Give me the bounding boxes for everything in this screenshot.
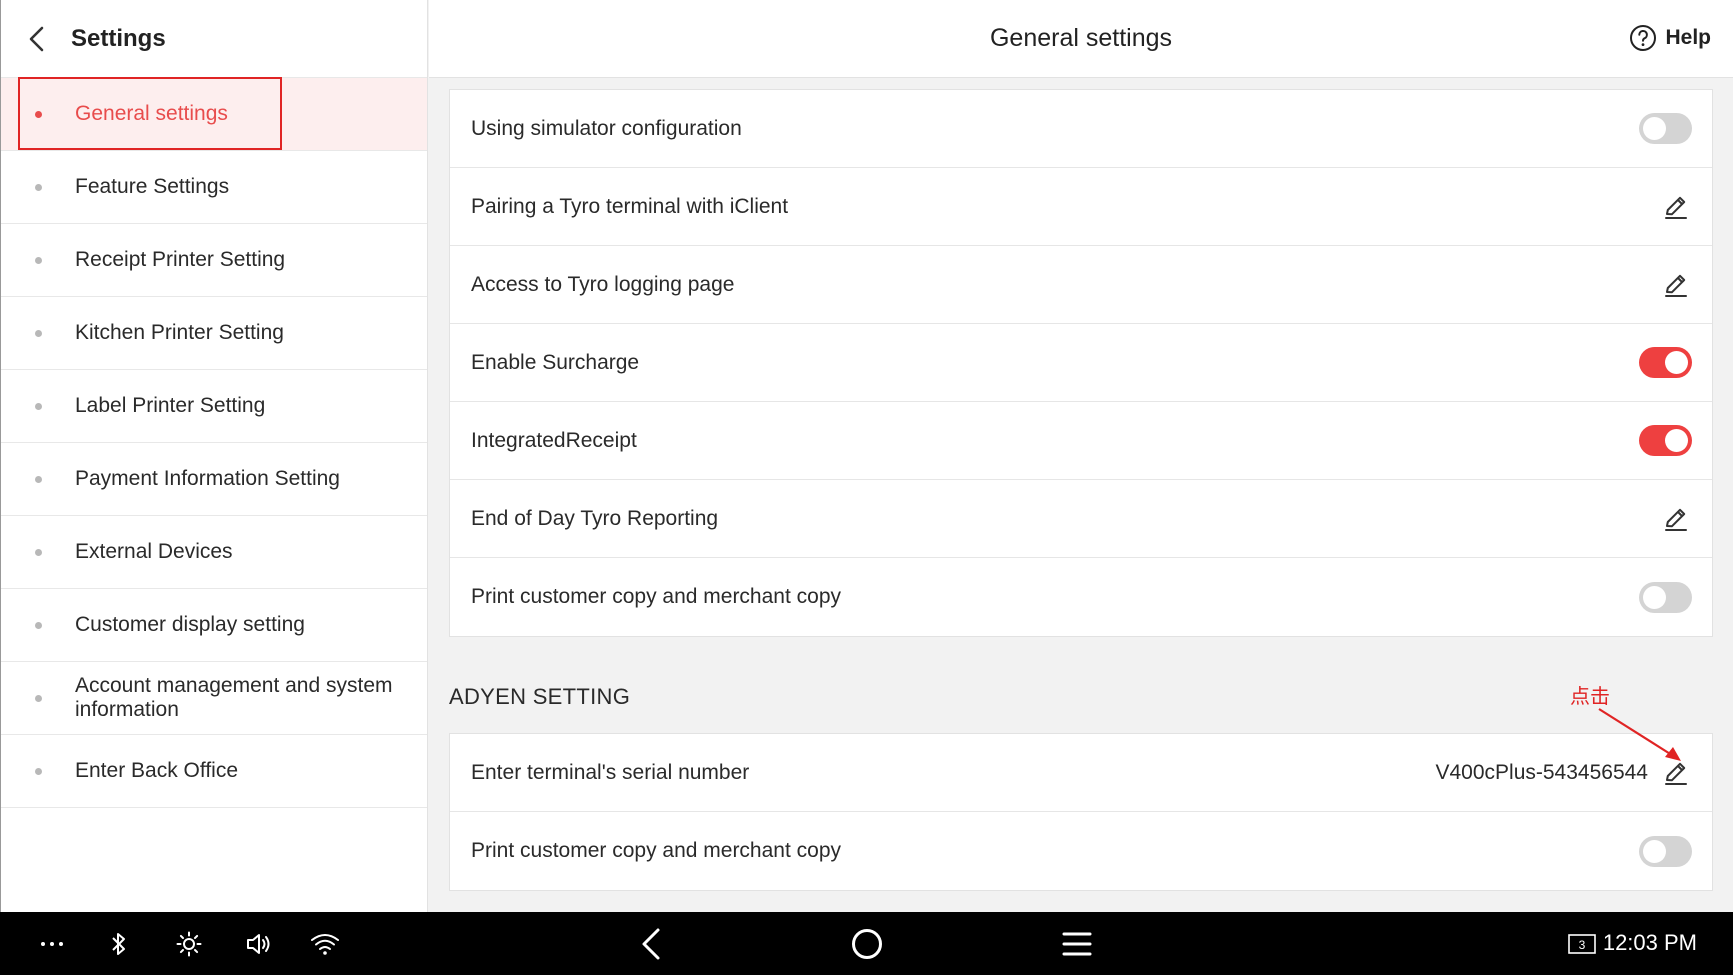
setting-label: Enable Surcharge xyxy=(471,350,640,374)
sidebar-item-label: Feature Settings xyxy=(75,175,230,198)
bluetooth-button[interactable] xyxy=(104,912,134,975)
sidebar-item-label: Enter Back Office xyxy=(75,759,239,782)
nav-home-icon xyxy=(852,928,882,959)
clock: 12:03 PM xyxy=(1602,930,1697,955)
sidebar-item-label: Payment Information Setting xyxy=(75,467,340,490)
nav-menu-button[interactable] xyxy=(1060,912,1094,975)
bullet-icon xyxy=(35,110,42,118)
wifi-button[interactable] xyxy=(308,912,342,975)
sidebar-item-label-printer[interactable]: Label Printer Setting xyxy=(1,370,427,443)
sidebar-item-receipt-printer[interactable]: Receipt Printer Setting xyxy=(1,224,427,297)
bullet-icon xyxy=(35,694,42,702)
annotation-arrow xyxy=(1598,708,1681,761)
adyen-settings-card: Enter terminal's serial number V400cPlus… xyxy=(449,733,1713,891)
main-header: General settings Help xyxy=(429,0,1733,78)
screen-count-text: 3 xyxy=(1579,938,1586,952)
nav-menu-icon xyxy=(1062,932,1092,955)
sidebar-item-customer-display[interactable]: Customer display setting xyxy=(1,589,427,662)
setting-row-end-of-day: End of Day Tyro Reporting xyxy=(450,480,1712,558)
setting-label: Print customer copy and merchant copy xyxy=(471,585,842,608)
system-navigation-bar: 3 12:03 PM xyxy=(0,912,1733,975)
setting-label: Pairing a Tyro terminal with iClient xyxy=(471,194,789,218)
bullet-icon xyxy=(35,256,42,264)
edit-pencil-icon[interactable] xyxy=(1662,505,1690,533)
section-title-adyen: ADYEN SETTING xyxy=(449,684,631,709)
volume-button[interactable] xyxy=(242,912,276,975)
nav-home-button[interactable] xyxy=(847,912,887,975)
sidebar-header: Settings xyxy=(1,0,427,78)
simulator-toggle[interactable] xyxy=(1639,113,1692,144)
integrated-receipt-toggle[interactable] xyxy=(1639,425,1692,456)
nav-back-button[interactable] xyxy=(636,912,666,975)
main-panel: General settings Help Using simulator co… xyxy=(429,0,1733,912)
sidebar-item-external-devices[interactable]: External Devices xyxy=(1,516,427,589)
setting-label: Print customer copy and merchant copy xyxy=(471,839,842,862)
setting-row-logging: Access to Tyro logging page xyxy=(450,246,1712,324)
help-button[interactable]: Help xyxy=(1629,24,1711,52)
setting-label: Enter terminal's serial number xyxy=(471,760,750,784)
setting-row-print-copies-tyro: Print customer copy and merchant copy xyxy=(450,558,1712,636)
toggle-knob xyxy=(1665,351,1688,374)
sidebar: Settings General settings Feature Settin… xyxy=(0,0,428,912)
sidebar-item-account-management[interactable]: Account management and system informatio… xyxy=(1,662,427,735)
bullet-icon xyxy=(35,767,42,775)
bullet-icon xyxy=(35,402,42,410)
setting-row-integrated-receipt: IntegratedReceipt xyxy=(450,402,1712,480)
bullet-icon xyxy=(35,329,42,337)
setting-label: End of Day Tyro Reporting xyxy=(471,506,719,530)
surcharge-toggle[interactable] xyxy=(1639,347,1692,378)
nav-back-icon xyxy=(642,928,660,959)
bullet-icon xyxy=(35,183,42,191)
sidebar-item-general-settings[interactable]: General settings xyxy=(1,78,427,151)
sidebar-item-label: Customer display setting xyxy=(75,613,305,636)
help-label: Help xyxy=(1665,26,1711,49)
screen-indicator[interactable]: 3 xyxy=(1566,912,1598,975)
sidebar-menu: General settings Feature Settings Receip… xyxy=(1,78,427,808)
back-button[interactable] xyxy=(1,0,71,78)
setting-label: IntegratedReceipt xyxy=(471,428,637,452)
sidebar-item-label: Kitchen Printer Setting xyxy=(75,321,284,344)
sidebar-item-label: Receipt Printer Setting xyxy=(75,248,286,271)
setting-row-pairing: Pairing a Tyro terminal with iClient xyxy=(450,168,1712,246)
edit-pencil-icon[interactable] xyxy=(1662,271,1690,299)
sidebar-item-label: Label Printer Setting xyxy=(75,394,266,417)
sidebar-item-payment-information[interactable]: Payment Information Setting xyxy=(1,443,427,516)
setting-label: Access to Tyro logging page xyxy=(471,272,735,296)
sidebar-item-label: Account management and system informatio… xyxy=(75,674,393,721)
setting-row-serial-number: Enter terminal's serial number V400cPlus… xyxy=(450,734,1712,812)
print-copies-toggle[interactable] xyxy=(1639,835,1692,867)
bullet-icon xyxy=(35,475,42,483)
edit-pencil-icon[interactable] xyxy=(1662,193,1690,221)
print-copies-toggle[interactable] xyxy=(1639,581,1692,613)
toggle-knob xyxy=(1643,839,1666,863)
more-button[interactable] xyxy=(34,912,70,975)
volume-icon xyxy=(247,933,270,954)
bullet-icon xyxy=(35,548,42,556)
setting-row-simulator: Using simulator configuration xyxy=(450,90,1712,168)
brightness-icon xyxy=(176,931,202,956)
brightness-button[interactable] xyxy=(172,912,206,975)
toggle-knob xyxy=(1643,117,1666,140)
tyro-settings-card: Using simulator configuration Pairing a … xyxy=(449,89,1713,637)
setting-row-surcharge: Enable Surcharge xyxy=(450,324,1712,402)
wifi-icon xyxy=(311,933,339,955)
sidebar-item-kitchen-printer[interactable]: Kitchen Printer Setting xyxy=(1,297,427,370)
sidebar-title: Settings xyxy=(71,24,166,52)
help-circle-icon xyxy=(1630,25,1657,51)
toggle-knob xyxy=(1665,429,1688,452)
sidebar-item-back-office[interactable]: Enter Back Office xyxy=(1,735,427,808)
setting-label: Using simulator configuration xyxy=(471,116,742,140)
settings-app: Settings General settings Feature Settin… xyxy=(0,0,1733,912)
bluetooth-icon xyxy=(112,932,125,955)
more-dots-icon xyxy=(41,941,63,946)
sidebar-item-label: External Devices xyxy=(75,540,233,563)
toggle-knob xyxy=(1643,585,1666,609)
sidebar-item-feature-settings[interactable]: Feature Settings xyxy=(1,151,427,224)
sidebar-item-label: General settings xyxy=(75,102,228,125)
chevron-left-icon xyxy=(29,26,44,51)
page-title: General settings xyxy=(989,24,1173,52)
screen-count-icon: 3 xyxy=(1568,933,1596,954)
setting-row-print-copies-adyen: Print customer copy and merchant copy xyxy=(450,812,1712,890)
bullet-icon xyxy=(35,621,42,629)
